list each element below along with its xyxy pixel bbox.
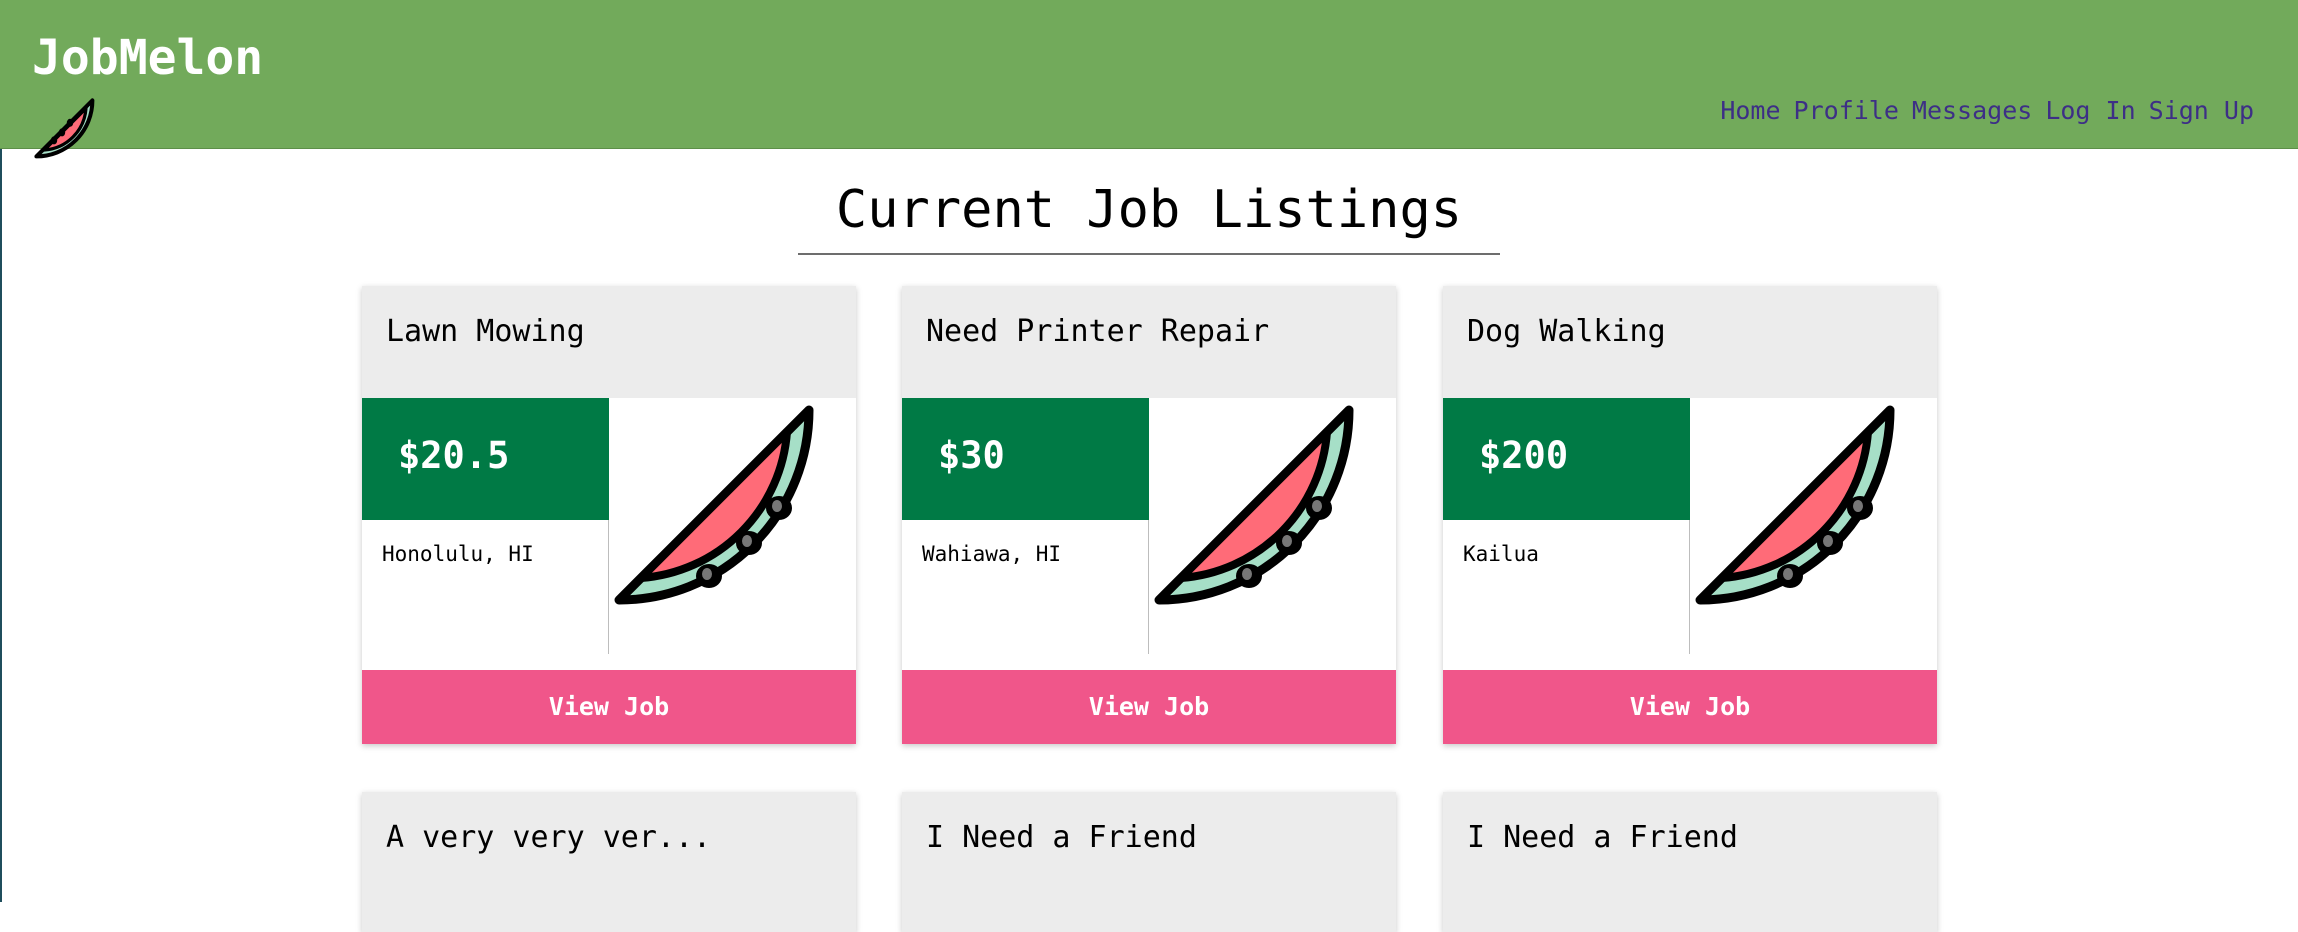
job-location: Wahiawa, HI bbox=[922, 542, 1062, 566]
title-divider bbox=[798, 253, 1500, 255]
nav-sign-up[interactable]: Sign Up bbox=[2149, 96, 2254, 125]
main-nav: Home Profile Messages Log In Sign Up bbox=[1720, 96, 2254, 125]
job-title: Need Printer Repair bbox=[926, 314, 1270, 349]
job-title: Dog Walking bbox=[1467, 314, 1666, 349]
job-card: Dog Walking $200 Kailua View Job bbox=[1443, 286, 1937, 744]
nav-log-in[interactable]: Log In bbox=[2045, 96, 2135, 125]
page-title: Current Job Listings bbox=[835, 180, 1463, 240]
job-image bbox=[1690, 398, 1937, 654]
card-header: Dog Walking bbox=[1443, 286, 1937, 398]
watermelon-icon bbox=[614, 405, 814, 605]
job-card: Lawn Mowing $20.5 Honolulu, HI View Job bbox=[362, 286, 856, 744]
job-card: I Need a Friend bbox=[1443, 792, 1937, 932]
brand-name[interactable]: JobMelon bbox=[32, 30, 263, 86]
job-price: $20.5 bbox=[398, 434, 510, 477]
job-card: I Need a Friend bbox=[902, 792, 1396, 932]
view-job-button[interactable]: View Job bbox=[362, 670, 856, 744]
site-header: JobMelon Home Profile Messages Log In Si… bbox=[0, 0, 2298, 159]
job-title: I Need a Friend bbox=[1467, 820, 1738, 855]
nav-profile[interactable]: Profile bbox=[1794, 96, 1899, 125]
view-job-button[interactable]: View Job bbox=[902, 670, 1396, 744]
watermelon-icon bbox=[1695, 405, 1895, 605]
job-title: A very very ver... bbox=[386, 820, 712, 855]
nav-home[interactable]: Home bbox=[1720, 96, 1780, 125]
job-price: $200 bbox=[1479, 434, 1569, 477]
job-price: $30 bbox=[938, 434, 1005, 477]
job-image bbox=[609, 398, 856, 654]
job-title: I Need a Friend bbox=[926, 820, 1197, 855]
job-image bbox=[1149, 398, 1396, 654]
card-header: Need Printer Repair bbox=[902, 286, 1396, 398]
job-card: Need Printer Repair $30 Wahiawa, HI View… bbox=[902, 286, 1396, 744]
watermelon-icon bbox=[34, 98, 95, 159]
job-location: Honolulu, HI bbox=[382, 542, 534, 566]
watermelon-icon bbox=[1154, 405, 1354, 605]
view-job-button[interactable]: View Job bbox=[1443, 670, 1937, 744]
price-box: $20.5 bbox=[362, 398, 609, 520]
job-card: A very very ver... bbox=[362, 792, 856, 932]
job-location: Kailua bbox=[1463, 542, 1539, 566]
nav-messages[interactable]: Messages bbox=[1912, 96, 2032, 125]
price-box: $30 bbox=[902, 398, 1149, 520]
card-header: Lawn Mowing bbox=[362, 286, 856, 398]
price-box: $200 bbox=[1443, 398, 1690, 520]
job-title: Lawn Mowing bbox=[386, 314, 585, 349]
